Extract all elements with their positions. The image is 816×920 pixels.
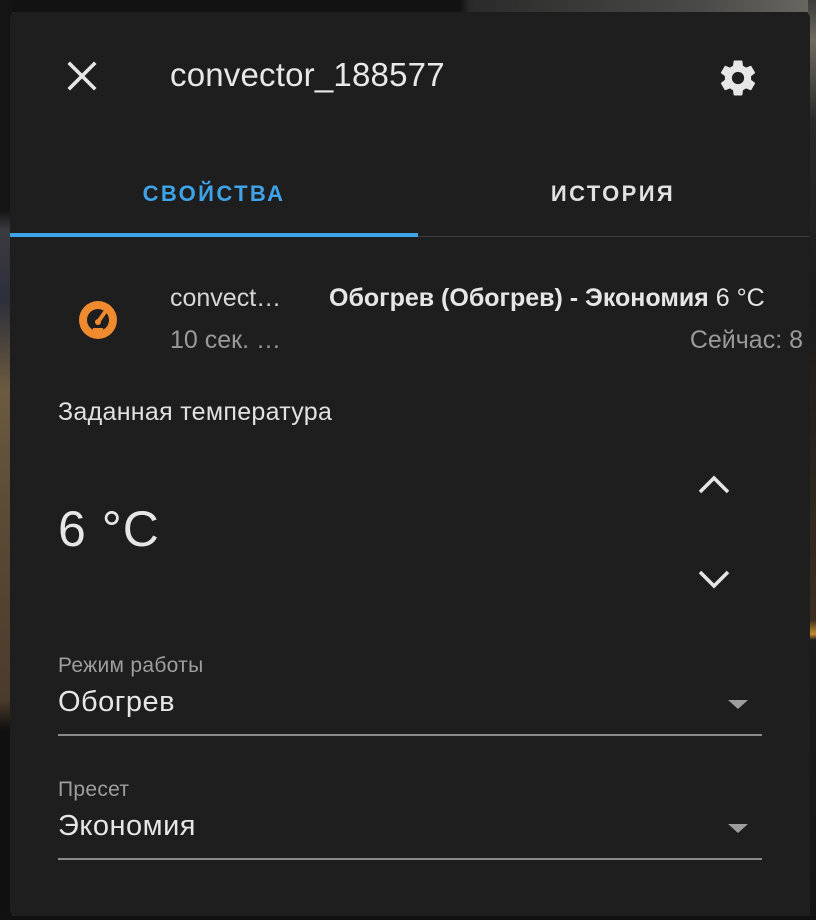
- entity-current-temperature: Сейчас: 8 °C: [689, 326, 810, 354]
- dialog-header: convector_188577: [10, 12, 810, 140]
- entity-last-changed: 10 сек. назад: [170, 326, 294, 354]
- entity-state-mode: Обогрев (Обогрев) - Экономия: [329, 284, 709, 312]
- dropdown-caret-icon: [728, 824, 748, 833]
- temperature-up-button[interactable]: [690, 460, 738, 508]
- close-icon: [67, 61, 97, 91]
- hvac-mode-value: Обогрев: [58, 686, 176, 718]
- more-info-dialog: convector_188577 СВОЙСТВА ИСТОРИЯ convec…: [10, 12, 810, 916]
- entity-state: Обогрев (Обогрев) - Экономия 6 °C: [329, 284, 765, 313]
- preset-value: Экономия: [58, 810, 196, 842]
- temperature-down-button[interactable]: [690, 556, 738, 604]
- tab-history[interactable]: ИСТОРИЯ: [410, 152, 810, 236]
- hvac-mode-select[interactable]: Режим работы Обогрев: [58, 642, 762, 736]
- entity-state-row[interactable]: convector_188577 10 сек. назад Обогрев (…: [10, 274, 810, 364]
- preset-select[interactable]: Пресет Экономия: [58, 766, 762, 860]
- target-temperature-label: Заданная температура: [58, 398, 333, 426]
- thermostat-gauge-icon: [79, 301, 117, 339]
- gear-icon: [720, 60, 756, 96]
- tab-bar: СВОЙСТВА ИСТОРИЯ: [10, 152, 810, 237]
- dropdown-caret-icon: [728, 700, 748, 709]
- settings-button[interactable]: [714, 54, 762, 102]
- preset-label: Пресет: [58, 778, 130, 801]
- tab-properties[interactable]: СВОЙСТВА: [10, 152, 418, 236]
- dialog-title: convector_188577: [170, 56, 445, 93]
- background-bottom: [0, 916, 816, 920]
- target-temperature-value: 6 °C: [58, 501, 160, 557]
- background-photo-top: [0, 0, 816, 12]
- chevron-down-icon: [698, 570, 730, 589]
- hvac-mode-label: Режим работы: [58, 654, 204, 677]
- entity-name: convector_188577: [170, 284, 294, 312]
- close-button[interactable]: [60, 54, 104, 98]
- entity-state-target: 6 °C: [715, 284, 765, 312]
- chevron-up-icon: [698, 475, 730, 494]
- active-tab-indicator: [10, 233, 418, 237]
